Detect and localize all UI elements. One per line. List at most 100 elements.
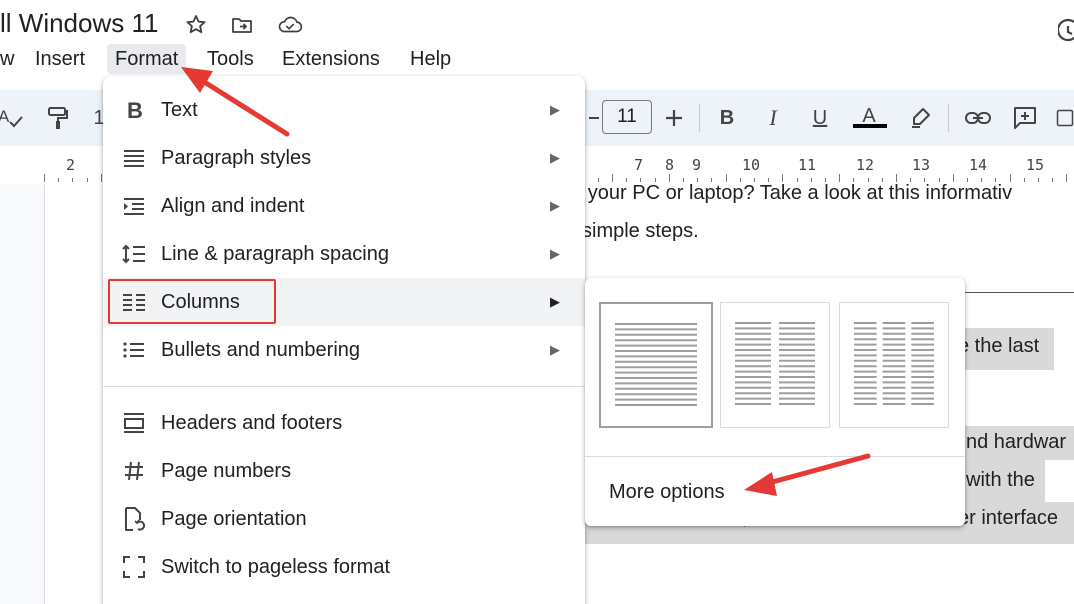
- ruler-tick: [1038, 178, 1039, 182]
- ruler-tick: [669, 174, 670, 182]
- menu-item-headers-footers[interactable]: Headers and footers: [103, 399, 585, 447]
- paint-format-icon[interactable]: [44, 90, 72, 146]
- move-folder-icon[interactable]: [229, 12, 255, 38]
- one-column-option[interactable]: [599, 302, 713, 428]
- menu-divider: [103, 386, 585, 387]
- ruler-number: 7: [634, 156, 644, 174]
- three-column-option[interactable]: [839, 302, 949, 428]
- menu-item-page-numbers[interactable]: Page numbers: [103, 447, 585, 495]
- menu-format[interactable]: Format: [107, 44, 187, 74]
- menu-item-paragraph-styles[interactable]: Paragraph styles ▶: [103, 134, 585, 182]
- ruler-tick: [612, 174, 613, 182]
- document-line: er interface: [958, 507, 1059, 529]
- three-column-preview-icon: [854, 322, 934, 405]
- menu-item-page-orientation[interactable]: Page orientation: [103, 495, 585, 543]
- document-line: simple steps.: [582, 220, 699, 242]
- submenu-arrow-icon: ▶: [550, 342, 560, 357]
- horizontal-rule: [960, 292, 1074, 293]
- font-size-input[interactable]: 11: [602, 100, 652, 134]
- bulleted-list-icon: [121, 337, 147, 363]
- ruler-tick: [1066, 174, 1067, 182]
- ruler-tick: [1024, 178, 1025, 182]
- google-docs-window: ll Windows 11 w Insert Format Tools Exte…: [0, 0, 1074, 604]
- underline-button[interactable]: U: [806, 90, 834, 146]
- menu-item-text[interactable]: B Text ▶: [103, 86, 585, 134]
- menu-extensions[interactable]: Extensions: [274, 44, 388, 74]
- menu-view[interactable]: w: [0, 44, 22, 74]
- cloud-saved-icon[interactable]: [277, 12, 303, 38]
- italic-button[interactable]: I: [759, 90, 787, 146]
- hash-icon: [121, 458, 147, 484]
- menu-item-label: Align and indent: [161, 194, 305, 217]
- menu-item-align-indent[interactable]: Align and indent ▶: [103, 182, 585, 230]
- menu-tools[interactable]: Tools: [199, 44, 262, 74]
- text-color-swatch: [853, 124, 887, 128]
- menu-insert[interactable]: Insert: [27, 44, 93, 74]
- header-footer-icon: [121, 410, 147, 436]
- columns-submenu: More options: [585, 278, 965, 526]
- ruler-number: 2: [66, 156, 76, 174]
- ruler-tick: [58, 178, 59, 182]
- menu-item-label: Paragraph styles: [161, 146, 312, 169]
- ruler-tick: [782, 174, 783, 182]
- menu-item-label: Page numbers: [161, 459, 292, 482]
- menu-item-bullets-numbering[interactable]: Bullets and numbering ▶: [103, 326, 585, 374]
- ruler-number: 10: [742, 156, 761, 174]
- menu-help[interactable]: Help: [402, 44, 459, 74]
- menu-item-label: Headers and footers: [161, 411, 343, 434]
- submenu-arrow-icon: ▶: [550, 294, 560, 309]
- version-history-icon[interactable]: [1056, 18, 1074, 48]
- submenu-arrow-icon: ▶: [550, 102, 560, 117]
- spellcheck-icon[interactable]: A: [0, 90, 26, 146]
- menu-item-label: Text: [161, 98, 198, 121]
- ruler-number: 8: [665, 156, 675, 174]
- two-column-preview-icon: [735, 322, 815, 405]
- document-title[interactable]: ll Windows 11: [0, 8, 158, 39]
- add-comment-icon[interactable]: [1010, 90, 1040, 146]
- ruler-number: 15: [1026, 156, 1045, 174]
- ruler-tick: [896, 174, 897, 182]
- menu-item-label: Switch to pageless format: [161, 555, 390, 578]
- submenu-arrow-icon: ▶: [550, 150, 560, 165]
- ruler-tick: [44, 174, 45, 182]
- one-column-preview-icon: [615, 323, 697, 406]
- submenu-divider: [585, 456, 965, 457]
- more-options-button[interactable]: More options: [609, 481, 725, 504]
- format-menu: B Text ▶ Paragraph styles ▶ Align and in…: [103, 76, 585, 604]
- document-line: e the last: [958, 335, 1040, 357]
- document-line: nd hardwar: [966, 431, 1067, 453]
- ruler-tick: [839, 174, 840, 182]
- menu-item-label: Bullets and numbering: [161, 338, 361, 361]
- document-line: with the: [966, 469, 1035, 491]
- svg-text:B: B: [127, 99, 143, 121]
- ruler-tick: [1052, 178, 1053, 182]
- bold-button[interactable]: B: [713, 90, 741, 146]
- font-size-increase-icon[interactable]: [660, 90, 688, 146]
- paragraph-styles-icon: [121, 145, 147, 171]
- ruler-tick: [953, 174, 954, 182]
- insert-link-icon[interactable]: [962, 90, 994, 146]
- ruler-tick: [87, 178, 88, 182]
- ruler-tick: [1010, 174, 1011, 182]
- svg-text:A: A: [0, 107, 10, 126]
- toolbar-divider: [948, 104, 949, 132]
- ruler-tick: [72, 178, 73, 182]
- insert-image-icon[interactable]: [1056, 90, 1074, 146]
- menu-item-line-spacing[interactable]: Line & paragraph spacing ▶: [103, 230, 585, 278]
- columns-highlight-box: [108, 279, 276, 324]
- two-column-option[interactable]: [720, 302, 830, 428]
- submenu-arrow-icon: ▶: [550, 198, 560, 213]
- highlight-color-icon[interactable]: [906, 90, 934, 146]
- bold-icon: B: [121, 97, 147, 123]
- ruler-number: 14: [969, 156, 988, 174]
- menu-item-pageless[interactable]: Switch to pageless format: [103, 543, 585, 591]
- ruler-number: 11: [798, 156, 817, 174]
- text-color-button[interactable]: A: [851, 88, 887, 144]
- star-icon[interactable]: [183, 12, 209, 38]
- ruler-tick: [101, 174, 102, 182]
- line-spacing-icon: [121, 241, 147, 267]
- submenu-arrow-icon: ▶: [550, 246, 560, 261]
- font-size-decrease-icon[interactable]: [588, 90, 600, 146]
- toolbar-divider: [699, 104, 700, 132]
- menu-item-label: Page orientation: [161, 507, 307, 530]
